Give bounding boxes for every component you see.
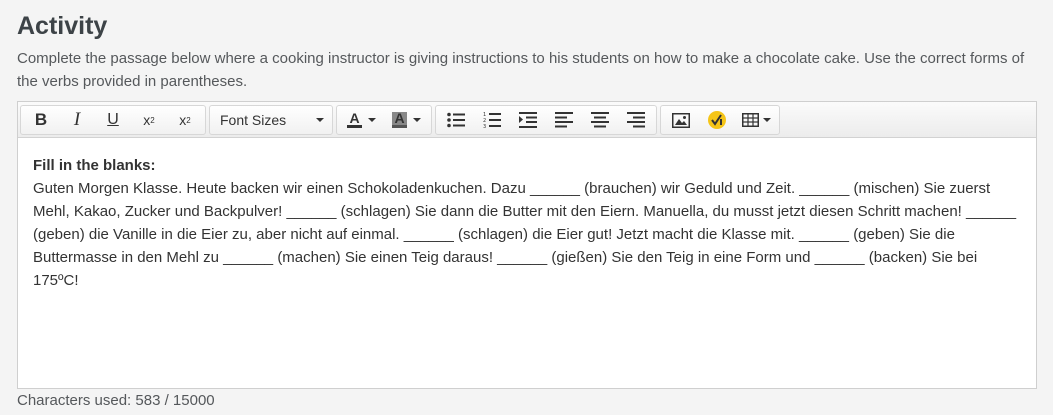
text-style-group: B I U x2 x2 — [20, 105, 206, 135]
subscript-button[interactable]: x2 — [167, 106, 203, 134]
italic-button[interactable]: I — [59, 106, 95, 134]
underline-button[interactable]: U — [95, 106, 131, 134]
editor-toolbar: B I U x2 x2 Font Sizes A A 1 2 3 — [18, 102, 1036, 138]
bullet-list-icon — [447, 112, 465, 128]
background-color-button[interactable]: A — [384, 106, 429, 134]
insert-group — [660, 105, 780, 135]
chevron-down-icon — [412, 118, 421, 122]
align-left-button[interactable] — [546, 106, 582, 134]
align-left-icon — [555, 112, 573, 128]
insert-table-button[interactable] — [735, 106, 777, 134]
insert-math-button[interactable] — [699, 106, 735, 134]
character-counter: Characters used: 583 / 15000 — [17, 392, 215, 409]
chevron-down-icon — [367, 118, 376, 122]
align-center-button[interactable] — [582, 106, 618, 134]
background-color-icon: A — [392, 110, 407, 128]
svg-text:3: 3 — [483, 124, 486, 129]
rich-text-editor: B I U x2 x2 Font Sizes A A 1 2 3 Fill in… — [17, 101, 1037, 389]
superscript-mark: 2 — [150, 115, 155, 125]
font-size-group: Font Sizes — [209, 105, 333, 135]
insert-image-button[interactable] — [663, 106, 699, 134]
superscript-base: x — [143, 112, 151, 128]
table-icon — [741, 113, 759, 127]
superscript-button[interactable]: x2 — [131, 106, 167, 134]
align-right-icon — [627, 112, 645, 128]
text-color-icon: A — [347, 110, 362, 128]
indent-button[interactable] — [510, 106, 546, 134]
editor-content[interactable]: Fill in the blanks: Guten Morgen Klasse.… — [18, 138, 1036, 292]
chevron-down-icon — [762, 118, 771, 122]
subscript-mark: 2 — [186, 115, 191, 125]
indent-icon — [519, 112, 537, 128]
numbered-list-button[interactable]: 1 2 3 — [474, 106, 510, 134]
bullet-list-button[interactable] — [438, 106, 474, 134]
math-formula-icon — [708, 111, 726, 129]
page-title: Activity — [17, 12, 108, 40]
bold-button[interactable]: B — [23, 106, 59, 134]
font-sizes-label: Font Sizes — [220, 112, 287, 128]
chevron-down-icon — [316, 118, 324, 122]
image-icon — [672, 112, 690, 128]
paragraph-group: 1 2 3 — [435, 105, 657, 135]
text-color-button[interactable]: A — [339, 106, 384, 134]
align-right-button[interactable] — [618, 106, 654, 134]
passage-text: Guten Morgen Klasse. Heute backen wir ei… — [33, 180, 1017, 289]
activity-page: Activity Complete the passage below wher… — [0, 0, 1053, 415]
numbered-list-icon: 1 2 3 — [483, 112, 501, 129]
activity-instructions: Complete the passage below where a cooki… — [17, 50, 1025, 90]
fill-in-blanks-label: Fill in the blanks: — [33, 157, 156, 174]
color-group: A A — [336, 105, 432, 135]
font-sizes-dropdown[interactable]: Font Sizes — [212, 106, 330, 134]
align-center-icon — [591, 112, 609, 128]
subscript-base: x — [179, 112, 187, 128]
